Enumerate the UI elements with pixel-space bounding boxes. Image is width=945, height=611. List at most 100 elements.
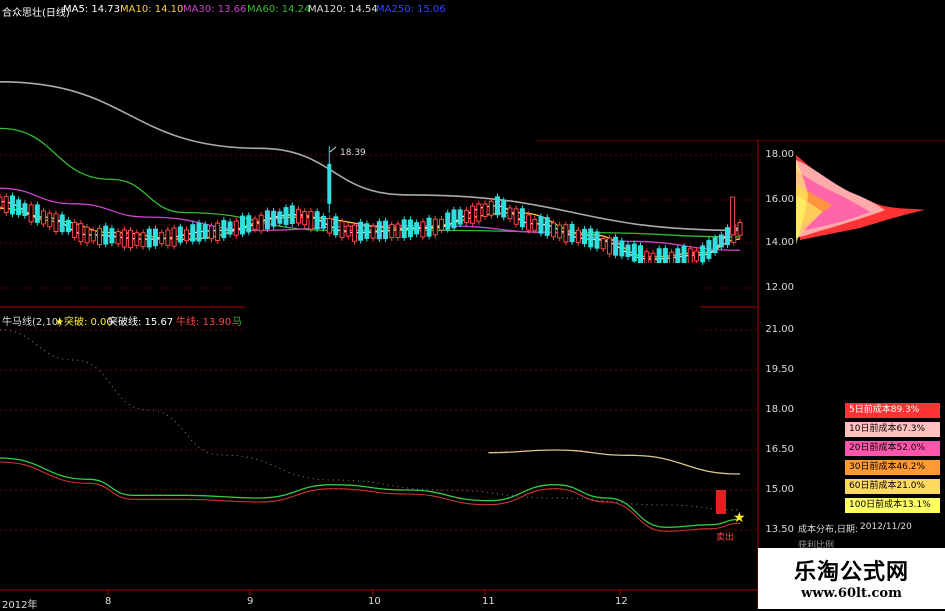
candle-body (451, 209, 457, 229)
x-axis-label: 11 (482, 596, 495, 607)
series-突破线 (488, 449, 741, 475)
ma30-legend: MA30: 13.66 (183, 4, 247, 15)
ma10-legend: MA10: 14.10 (120, 4, 184, 15)
candle-body (308, 211, 314, 230)
candle-body (712, 237, 718, 253)
candle-body (389, 224, 395, 239)
candle-body (121, 229, 127, 248)
indicator-axis-label: 21.00 (765, 324, 794, 335)
indicator-axis-label: 15.00 (765, 484, 794, 495)
indicator-niu-line: 牛线: 13.90 (176, 317, 232, 328)
cost-panel-title: 成本分布,日期: (798, 525, 858, 535)
candle-body (532, 218, 538, 231)
candle-body (463, 209, 469, 224)
price-axis-label: 14.00 (765, 237, 794, 248)
sell-star: ★ (733, 510, 746, 526)
ma60-legend: MA60: 14.24 (247, 4, 311, 15)
candle-body (538, 216, 544, 234)
sell-label: 卖出 (716, 533, 735, 543)
candle-body (606, 237, 612, 255)
candle-body (140, 232, 146, 248)
watermark-title: 乐淘公式网 (793, 559, 909, 585)
x-axis-ticks (107, 590, 621, 595)
indicator-ma-line: 马 (232, 317, 242, 328)
candle-body (669, 251, 675, 265)
candle-body (41, 210, 47, 225)
candle-body (631, 243, 637, 262)
series-马线 (0, 461, 741, 532)
candle-body (569, 223, 575, 243)
candle-body (488, 200, 494, 216)
candle-body (227, 221, 233, 235)
indicator-axis-label: 16.50 (765, 444, 794, 455)
candle-body (339, 221, 345, 238)
candle-body (109, 228, 115, 244)
indicator-axis-label: 13.50 (765, 524, 794, 535)
candle-spike-body (327, 163, 332, 204)
high-price-label: 18.39 (340, 148, 366, 158)
x-axis-label: 10 (368, 596, 381, 607)
candle-body (613, 236, 619, 256)
candle-body (345, 225, 351, 237)
overlay-block-top (535, 0, 945, 140)
watermark-url: www.60lt.com (801, 586, 902, 601)
candle-body (358, 221, 364, 241)
candle-body (687, 248, 693, 266)
candle-body (208, 225, 214, 240)
series-trend-dotted (0, 329, 741, 511)
candle-body (327, 217, 333, 234)
candle-body (333, 216, 339, 236)
candle-body (246, 215, 252, 233)
candle-body (575, 229, 581, 243)
candle-body (407, 219, 413, 238)
candle-body (302, 211, 308, 226)
candle-body (725, 227, 731, 246)
candle-body (351, 224, 357, 242)
cost-distribution (796, 155, 925, 245)
candlesticks (0, 146, 743, 270)
candle-body (700, 245, 706, 263)
candle-body (420, 221, 426, 238)
ma5-legend: MA5: 14.73 (63, 4, 121, 15)
indicator-name: 牛马线(2,10) (2, 317, 63, 328)
x-axis-label: 8 (105, 596, 112, 607)
candle-body (432, 218, 438, 236)
candle-body (439, 218, 445, 231)
candle-body (737, 221, 743, 236)
candle-body (662, 248, 668, 266)
candle-body (115, 231, 121, 245)
candle-body (152, 228, 158, 247)
candle-body (594, 231, 600, 249)
candle-body (619, 240, 625, 257)
series-MA60 (0, 127, 741, 238)
candle-body (706, 240, 712, 259)
candle-body (90, 229, 96, 242)
candle-body (364, 223, 370, 239)
candle-body (494, 196, 500, 216)
candle-body (376, 221, 382, 240)
candle-body (383, 220, 389, 240)
candle-body (264, 210, 270, 230)
stock-chart: ★ (0, 0, 945, 609)
candle-body (171, 227, 177, 247)
candle-body (277, 211, 283, 224)
candle-body (600, 237, 606, 250)
candle-body (638, 245, 644, 264)
cost-legend-item: 5日前成本89.3% (845, 403, 940, 418)
candle-body (221, 219, 227, 239)
candle-body (190, 224, 196, 242)
candle-body (289, 205, 295, 224)
cost-legend-item: 30日前成本46.2% (845, 460, 940, 475)
x-axis-label: 9 (247, 596, 254, 607)
candle-body (103, 225, 109, 245)
candle-body (550, 222, 556, 238)
candle-body (78, 223, 84, 243)
candle-body (445, 212, 451, 230)
indicator-breakout-line: 突破线: 15.67 (108, 317, 174, 328)
candle-body (34, 204, 40, 223)
candle-body (215, 222, 221, 242)
candle-body (159, 232, 165, 245)
candle-body (476, 203, 482, 222)
candle-body (544, 217, 550, 236)
candle-body (165, 229, 171, 246)
